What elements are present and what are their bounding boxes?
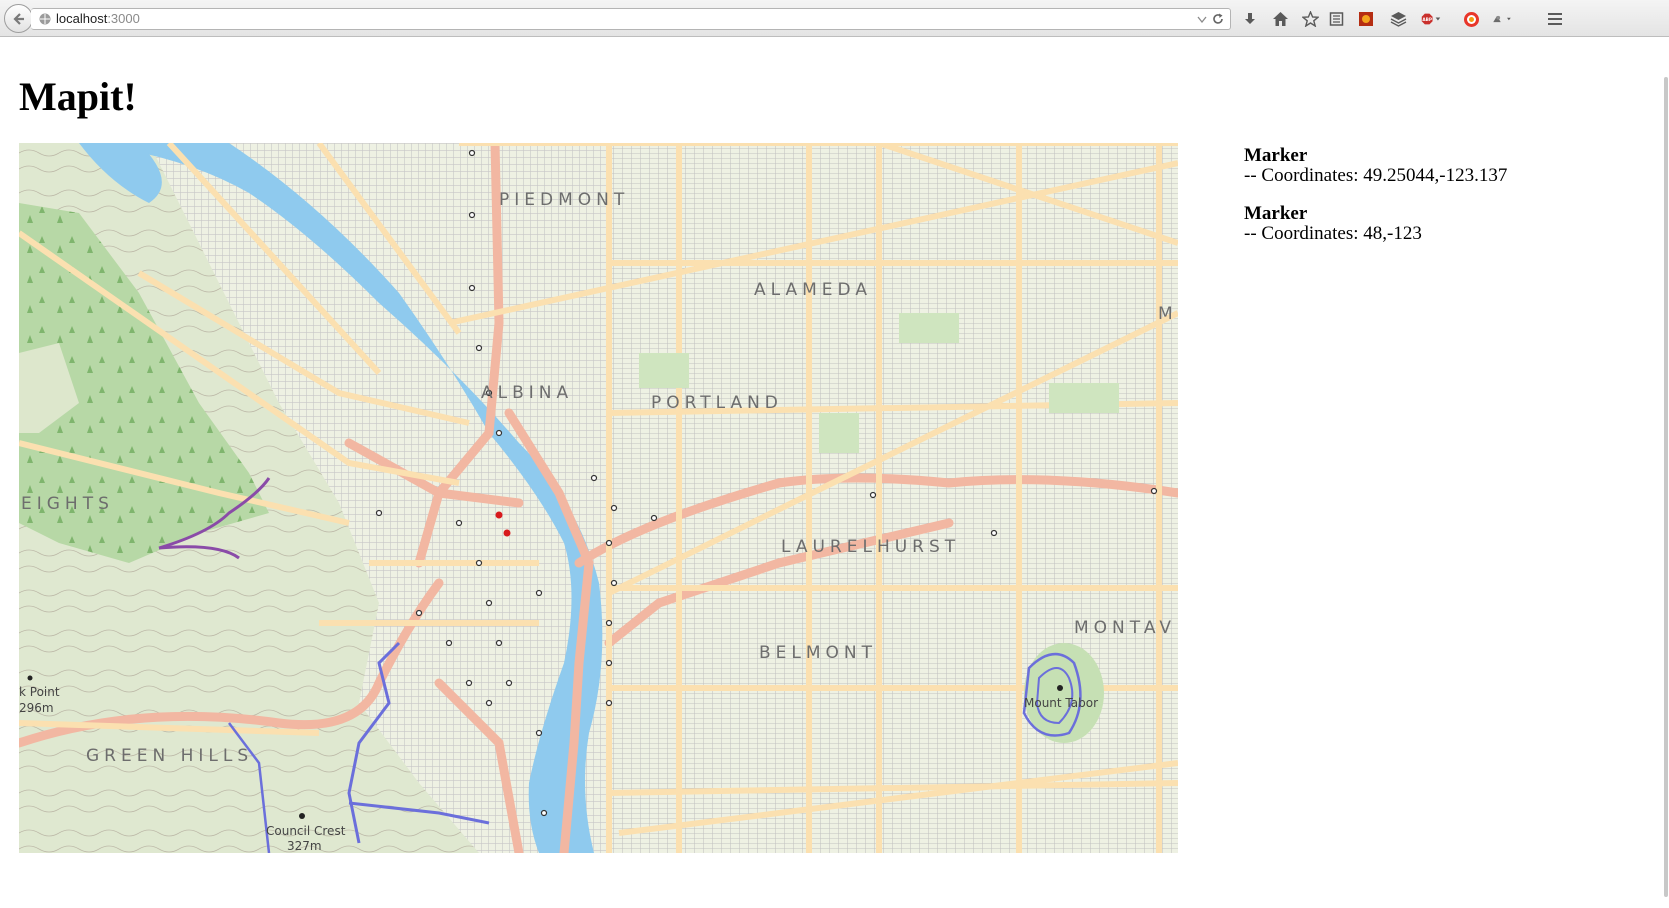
back-button[interactable] — [4, 4, 33, 33]
label-edge-m: M — [1158, 304, 1178, 324]
label-montavilla: MONTAV — [1074, 618, 1176, 638]
label-heights: EIGHTS — [21, 494, 114, 514]
label-belmont: BELMONT — [759, 643, 877, 663]
extension-puzzle-icon[interactable] — [1492, 9, 1512, 29]
url-dropdown-icon[interactable] — [1197, 16, 1207, 23]
bookmark-star-icon[interactable] — [1300, 9, 1320, 29]
marker-entry: Marker -- Coordinates: 48,-123 — [1244, 204, 1644, 244]
bookmarks-list-icon[interactable] — [1326, 9, 1346, 29]
map-marker-dot[interactable] — [495, 511, 503, 519]
marker-name: Marker — [1244, 145, 1308, 166]
menu-icon[interactable] — [1545, 9, 1565, 29]
label-council-crest-elevation: 327m — [287, 839, 322, 853]
map-marker-dot[interactable] — [503, 529, 511, 537]
page-title: Mapit! — [19, 74, 137, 119]
marker-coordinates: -- Coordinates: 48,-123 — [1244, 223, 1422, 244]
marker-list: Marker -- Coordinates: 49.25044,-123.137… — [1244, 146, 1644, 262]
map[interactable]: PIEDMONT ALAMEDA ALBINA PORTLAND EIGHTS … — [19, 143, 1178, 853]
scrollbar-track[interactable] — [1663, 37, 1669, 908]
marker-entry: Marker -- Coordinates: 49.25044,-123.137 — [1244, 146, 1644, 186]
adblock-icon[interactable]: ABP — [1421, 9, 1441, 29]
map-canvas[interactable]: PIEDMONT ALAMEDA ALBINA PORTLAND EIGHTS … — [19, 143, 1178, 853]
label-point-elevation: 296m — [19, 701, 54, 715]
url-text[interactable]: localhost:3000 — [56, 11, 140, 26]
marker-name: Marker — [1244, 203, 1308, 224]
label-council-crest: Council Crest — [266, 824, 346, 838]
label-green-hills: GREEN HILLS — [86, 746, 253, 766]
reload-icon[interactable] — [1211, 12, 1225, 26]
label-alameda: ALAMEDA — [754, 280, 872, 300]
svg-text:ABP: ABP — [1422, 17, 1432, 22]
globe-icon — [39, 13, 51, 25]
label-laurelhurst: LAURELHURST — [781, 537, 960, 557]
layers-icon[interactable] — [1388, 9, 1408, 29]
back-arrow-icon — [12, 12, 24, 25]
label-mount-tabor: Mount Tabor — [1024, 696, 1098, 710]
scrollbar-thumb[interactable] — [1664, 77, 1668, 897]
extension-red-icon[interactable] — [1356, 9, 1376, 29]
marker-coordinates: -- Coordinates: 49.25044,-123.137 — [1244, 165, 1508, 186]
url-bar[interactable]: localhost:3000 — [31, 8, 1231, 30]
extension-orange-icon[interactable] — [1461, 9, 1481, 29]
home-icon[interactable] — [1270, 9, 1290, 29]
downloads-icon[interactable] — [1240, 9, 1260, 29]
browser-toolbar: localhost:3000 ABP — [0, 0, 1669, 37]
label-point: k Point — [19, 685, 60, 699]
label-albina: ALBINA — [481, 383, 573, 403]
label-portland: PORTLAND — [651, 393, 783, 413]
label-piedmont: PIEDMONT — [499, 190, 629, 210]
